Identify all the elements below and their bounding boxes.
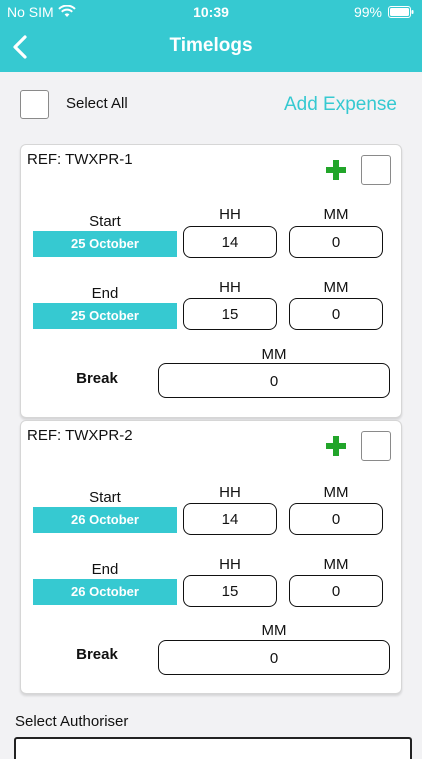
start-mm-label: MM	[323, 206, 349, 223]
break-mm-label: MM	[261, 346, 287, 363]
start-minute-input[interactable]: 0	[289, 503, 383, 535]
battery-icon	[388, 6, 414, 18]
end-minute-input[interactable]: 0	[289, 298, 383, 330]
timelog-select-checkbox[interactable]	[361, 155, 391, 185]
start-hour-input[interactable]: 14	[183, 226, 277, 258]
timelog-ref: REF: TWXPR-1	[27, 151, 133, 168]
start-label: Start	[89, 213, 121, 230]
break-minutes-input[interactable]: 0	[158, 640, 390, 675]
start-date-button[interactable]: 26 October	[33, 507, 177, 533]
start-date-button[interactable]: 25 October	[33, 231, 177, 257]
break-mm-label: MM	[261, 622, 287, 639]
end-hour-input[interactable]: 15	[183, 298, 277, 330]
start-mm-label: MM	[323, 484, 349, 501]
status-bar: No SIM 10:39 99%	[0, 4, 422, 22]
page-title: Timelogs	[169, 35, 253, 56]
timelog-card: REF: TWXPR-1 Start HH MM 25 October 14 0…	[20, 144, 402, 418]
add-plus-icon[interactable]	[325, 159, 347, 181]
select-all-checkbox[interactable]	[20, 90, 49, 119]
battery-percent: 99%	[353, 4, 382, 20]
break-label: Break	[76, 646, 118, 663]
end-minute-input[interactable]: 0	[289, 575, 383, 607]
end-label: End	[91, 285, 119, 302]
end-hour-input[interactable]: 15	[183, 575, 277, 607]
end-label: End	[91, 561, 119, 578]
end-hh-label: HH	[219, 556, 241, 573]
start-hh-label: HH	[219, 484, 241, 501]
timelog-ref: REF: TWXPR-2	[27, 427, 133, 444]
authoriser-select[interactable]	[14, 737, 412, 759]
add-expense-button[interactable]: Add Expense	[284, 94, 397, 116]
end-date-button[interactable]: 25 October	[33, 303, 177, 329]
end-hh-label: HH	[219, 279, 241, 296]
break-label: Break	[76, 370, 118, 387]
end-mm-label: MM	[323, 279, 349, 296]
end-mm-label: MM	[323, 556, 349, 573]
start-minute-input[interactable]: 0	[289, 226, 383, 258]
authoriser-label: Select Authoriser	[15, 713, 129, 730]
add-plus-icon[interactable]	[325, 435, 347, 457]
start-hour-input[interactable]: 14	[183, 503, 277, 535]
timelog-select-checkbox[interactable]	[361, 431, 391, 461]
timelog-card: REF: TWXPR-2 Start HH MM 26 October 14 0…	[20, 420, 402, 694]
break-minutes-input[interactable]: 0	[158, 363, 390, 398]
start-hh-label: HH	[219, 206, 241, 223]
end-date-button[interactable]: 26 October	[33, 579, 177, 605]
start-label: Start	[89, 489, 121, 506]
select-all-label: Select All	[66, 95, 128, 112]
app-header: No SIM 10:39 99% Timelogs	[0, 0, 422, 72]
